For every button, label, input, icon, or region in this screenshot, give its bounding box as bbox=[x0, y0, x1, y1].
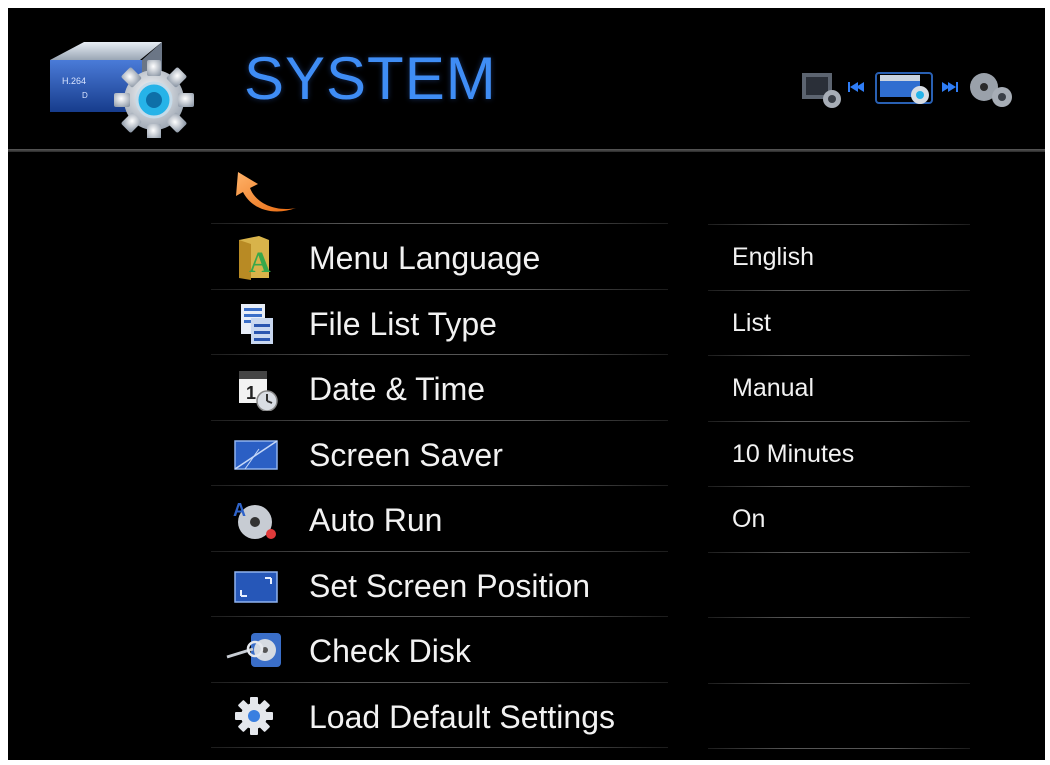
system-settings-icon: H.264 D bbox=[50, 42, 194, 138]
category-nav bbox=[802, 72, 1012, 108]
header-divider bbox=[8, 149, 1045, 152]
value-divider bbox=[708, 224, 970, 225]
value-divider bbox=[708, 748, 970, 749]
system-icon[interactable] bbox=[875, 72, 933, 104]
header: H.264 D SYSTEM bbox=[8, 8, 1045, 152]
prev-icon[interactable] bbox=[848, 82, 864, 92]
tv-settings-screen: H.264 D SYSTEM A Menu Language English F… bbox=[8, 8, 1045, 760]
menu-item-label: Set Screen Position bbox=[309, 568, 591, 604]
file-list-icon bbox=[241, 304, 273, 344]
svg-text:H.264: H.264 bbox=[62, 76, 86, 86]
language-icon: A bbox=[239, 236, 271, 280]
value-divider bbox=[708, 290, 970, 291]
gear-icon bbox=[235, 697, 273, 735]
date-time-value: Manual bbox=[732, 374, 814, 402]
file-list-type-value: List bbox=[732, 309, 771, 337]
check-disk-icon bbox=[226, 633, 281, 667]
menu-item-load-default-settings[interactable]: Load Default Settings bbox=[211, 685, 668, 749]
disc-settings-icon[interactable] bbox=[970, 73, 1012, 107]
auto-run-disc-icon: A bbox=[233, 500, 276, 539]
row-divider bbox=[211, 223, 668, 224]
screen-saver-icon bbox=[234, 440, 278, 470]
next-icon[interactable] bbox=[942, 82, 958, 92]
value-divider bbox=[708, 683, 970, 684]
auto-run-value: On bbox=[732, 505, 766, 533]
menu-item-label: Screen Saver bbox=[309, 437, 503, 473]
menu-item-date-time[interactable]: 1 Date & Time bbox=[211, 357, 668, 421]
svg-text:D: D bbox=[82, 91, 88, 100]
back-arrow-icon[interactable] bbox=[230, 164, 300, 216]
value-divider bbox=[708, 486, 970, 487]
screen-position-icon bbox=[234, 571, 278, 603]
page-title: SYSTEM bbox=[244, 45, 497, 112]
svg-text:1: 1 bbox=[246, 383, 256, 403]
svg-text:A: A bbox=[249, 246, 271, 279]
menu-language-value: English bbox=[732, 243, 814, 271]
video-settings-icon[interactable] bbox=[802, 73, 841, 108]
menu-item-check-disk[interactable]: Check Disk bbox=[211, 619, 668, 683]
value-divider bbox=[708, 355, 970, 356]
screen-saver-value: 10 Minutes bbox=[732, 440, 855, 468]
menu-item-label: Auto Run bbox=[309, 502, 443, 538]
menu-item-label: Load Default Settings bbox=[309, 699, 615, 735]
menu-item-screen-saver[interactable]: Screen Saver bbox=[211, 423, 668, 487]
svg-text:A: A bbox=[233, 500, 246, 520]
menu-item-label: File List Type bbox=[309, 306, 497, 342]
value-divider bbox=[708, 552, 970, 553]
menu-item-label: Menu Language bbox=[309, 240, 541, 276]
menu-item-file-list-type[interactable]: File List Type bbox=[211, 292, 668, 356]
menu-item-menu-language[interactable]: A Menu Language bbox=[211, 226, 668, 290]
value-divider bbox=[708, 421, 970, 422]
menu-item-auto-run[interactable]: A Auto Run bbox=[211, 488, 668, 552]
menu-item-label: Check Disk bbox=[309, 633, 471, 669]
menu-item-set-screen-position[interactable]: Set Screen Position bbox=[211, 554, 668, 618]
menu-item-label: Date & Time bbox=[309, 371, 486, 407]
calendar-clock-icon: 1 bbox=[239, 371, 278, 411]
value-divider bbox=[708, 617, 970, 618]
